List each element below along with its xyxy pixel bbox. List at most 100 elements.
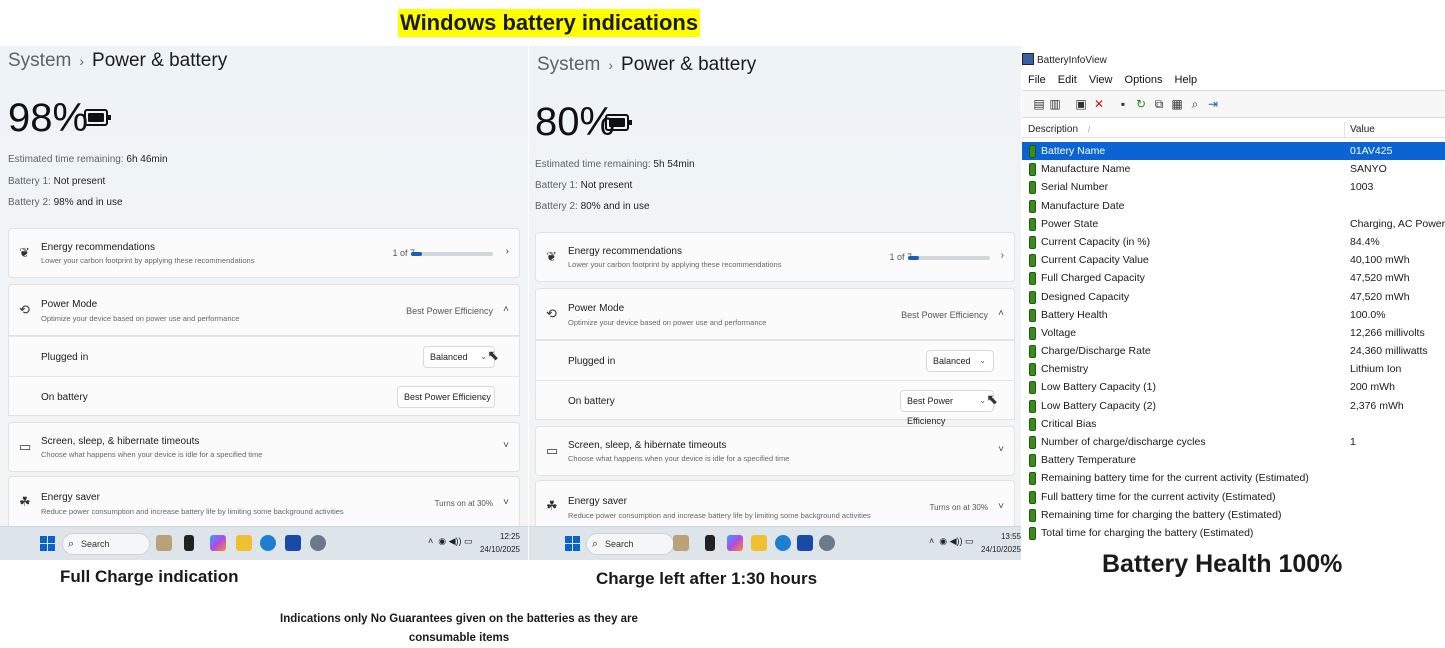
find-icon[interactable]: ⌕: [1188, 97, 1202, 111]
chevron-down-icon[interactable]: ˅: [998, 501, 1004, 512]
properties-icon[interactable]: ▣: [1074, 97, 1088, 111]
power-mode-card[interactable]: ⟲ Power Mode Optimize your device based …: [8, 284, 520, 336]
screen-icon: ▭: [19, 439, 32, 454]
refresh-icon[interactable]: ↻: [1134, 97, 1148, 111]
breadcrumb-system[interactable]: System: [537, 54, 600, 75]
row-value: 12,266 millivolts: [1350, 326, 1425, 339]
chevron-down-icon: ⌄: [979, 356, 986, 365]
menu-view[interactable]: View: [1089, 74, 1113, 86]
table-row[interactable]: Designed Capacity 47,520 mWh: [1022, 288, 1445, 306]
plugged-in-dropdown[interactable]: Balanced ⌄: [423, 346, 495, 368]
chevron-up-icon[interactable]: ˄: [998, 308, 1004, 319]
chevron-up-icon[interactable]: ˄: [503, 304, 509, 315]
menu-help[interactable]: Help: [1175, 74, 1198, 86]
exit-icon[interactable]: ⇥: [1206, 97, 1220, 111]
battery-row-icon: [1029, 326, 1036, 340]
task-view-icon[interactable]: [705, 535, 715, 551]
windows-start-icon[interactable]: [40, 536, 55, 551]
menu-file[interactable]: File: [1028, 74, 1046, 86]
column-divider[interactable]: [1344, 122, 1345, 138]
chevron-right-icon[interactable]: ›: [506, 246, 509, 257]
file-explorer-icon[interactable]: [236, 535, 252, 551]
estimated-time: Estimated time remaining: 5h 54min: [535, 159, 695, 170]
table-row[interactable]: Serial Number 1003: [1022, 178, 1445, 196]
taskbar-search[interactable]: ⌕ Search: [62, 533, 150, 555]
save-icon[interactable]: ▪: [1116, 97, 1130, 111]
settings-gear-icon[interactable]: [310, 535, 326, 551]
taskbar-search[interactable]: ⌕ Search: [586, 533, 674, 555]
store-icon[interactable]: [285, 535, 301, 551]
row-description: Critical Bias: [1041, 417, 1097, 430]
edge-browser-icon[interactable]: [260, 535, 276, 551]
copilot-icon[interactable]: [210, 535, 226, 551]
power-mode-card[interactable]: ⟲ Power Mode Optimize your device based …: [535, 288, 1015, 340]
table-row[interactable]: Chemistry Lithium Ion: [1022, 360, 1445, 378]
table-row[interactable]: Low Battery Capacity (2) 2,376 mWh: [1022, 397, 1445, 415]
delete-icon[interactable]: ✕: [1092, 97, 1106, 111]
task-view-icon[interactable]: [184, 535, 194, 551]
table-row[interactable]: Remaining battery time for the current a…: [1022, 469, 1445, 487]
table-row[interactable]: Manufacture Date: [1022, 197, 1445, 215]
system-tray-icons[interactable]: ˄ ◉ ◀)) ▭: [428, 536, 473, 547]
table-row[interactable]: Power State Charging, AC Power: [1022, 215, 1445, 233]
chevron-right-icon[interactable]: ›: [1001, 250, 1004, 261]
table-row[interactable]: Battery Temperature: [1022, 451, 1445, 469]
table-row[interactable]: Charge/Discharge Rate 24,360 milliwatts: [1022, 342, 1445, 360]
taskbar-clock[interactable]: 12:25 24/10/2025: [480, 530, 520, 556]
energy-recommendations-card[interactable]: ❦ Energy recommendations Lower your carb…: [535, 232, 1015, 282]
column-header: Description / Value: [1022, 122, 1445, 138]
view-list-icon[interactable]: ▤: [1032, 97, 1046, 111]
battery-row-icon: [1029, 235, 1036, 249]
on-battery-dropdown[interactable]: Best Power Efficiency ⌄: [900, 390, 994, 426]
table-row[interactable]: Voltage 12,266 millivolts: [1022, 324, 1445, 342]
energy-saver-card[interactable]: ☘ Energy saver Reduce power consumption …: [535, 480, 1015, 532]
widgets-icon[interactable]: [673, 535, 689, 551]
copilot-icon[interactable]: [727, 535, 743, 551]
breadcrumb-system[interactable]: System: [8, 50, 71, 71]
widgets-icon[interactable]: [156, 535, 172, 551]
taskbar: ⌕ Search ˄ ◉ ◀)) ▭ 12:25 24/10/2025: [0, 526, 528, 560]
table-row[interactable]: Critical Bias: [1022, 415, 1445, 433]
screen-sleep-card[interactable]: ▭ Screen, sleep, & hibernate timeouts Ch…: [8, 422, 520, 472]
screen-sleep-card[interactable]: ▭ Screen, sleep, & hibernate timeouts Ch…: [535, 426, 1015, 476]
on-battery-dropdown[interactable]: Best Power Efficiency ⌄: [397, 386, 495, 408]
battery-row-icon: [1029, 490, 1036, 504]
table-row[interactable]: Full battery time for the current activi…: [1022, 488, 1445, 506]
store-icon[interactable]: [797, 535, 813, 551]
energy-recommendations-card[interactable]: ❦ Energy recommendations Lower your carb…: [8, 228, 520, 278]
taskbar-clock[interactable]: 13:55 24/10/2025: [981, 530, 1021, 556]
table-row[interactable]: Total time for charging the battery (Est…: [1022, 524, 1445, 542]
windows-start-icon[interactable]: [565, 536, 580, 551]
edge-browser-icon[interactable]: [775, 535, 791, 551]
column-description[interactable]: Description /: [1028, 124, 1090, 135]
menu-edit[interactable]: Edit: [1058, 74, 1077, 86]
battery-row-icon: [1029, 526, 1036, 540]
chevron-down-icon[interactable]: ˅: [503, 497, 509, 508]
table-row[interactable]: Manufacture Name SANYO: [1022, 160, 1445, 178]
html-report-icon[interactable]: ▦: [1170, 97, 1184, 111]
menu-options[interactable]: Options: [1125, 74, 1163, 86]
copy-icon[interactable]: ⧉: [1152, 97, 1166, 111]
card-desc: Reduce power consumption and increase ba…: [41, 507, 344, 516]
table-row[interactable]: Current Capacity (in %) 84.4%: [1022, 233, 1445, 251]
table-row[interactable]: Battery Health 100.0%: [1022, 306, 1445, 324]
view-details-icon[interactable]: ▥: [1048, 97, 1062, 111]
settings-gear-icon[interactable]: [819, 535, 835, 551]
battery-row-icon: [1029, 308, 1036, 322]
table-row[interactable]: Low Battery Capacity (1) 200 mWh: [1022, 378, 1445, 396]
table-row[interactable]: Full Charged Capacity 47,520 mWh: [1022, 269, 1445, 287]
chevron-down-icon[interactable]: ˅: [503, 440, 509, 451]
column-value[interactable]: Value: [1350, 124, 1375, 135]
table-row[interactable]: Battery Name 01AV425: [1022, 142, 1445, 161]
table-row[interactable]: Number of charge/discharge cycles 1: [1022, 433, 1445, 451]
system-tray-icons[interactable]: ˄ ◉ ◀)) ▭: [929, 536, 974, 547]
plugged-in-dropdown[interactable]: Balanced ⌄: [926, 350, 994, 372]
battery-row-icon: [1029, 436, 1036, 449]
file-explorer-icon[interactable]: [751, 535, 767, 551]
row-value: 100.0%: [1350, 308, 1386, 321]
chevron-down-icon[interactable]: ˅: [998, 444, 1004, 455]
estimated-time: Estimated time remaining: 6h 46min: [8, 154, 168, 165]
table-row[interactable]: Remaining time for charging the battery …: [1022, 506, 1445, 524]
table-row[interactable]: Current Capacity Value 40,100 mWh: [1022, 251, 1445, 269]
energy-saver-card[interactable]: ☘ Energy saver Reduce power consumption …: [8, 476, 520, 528]
